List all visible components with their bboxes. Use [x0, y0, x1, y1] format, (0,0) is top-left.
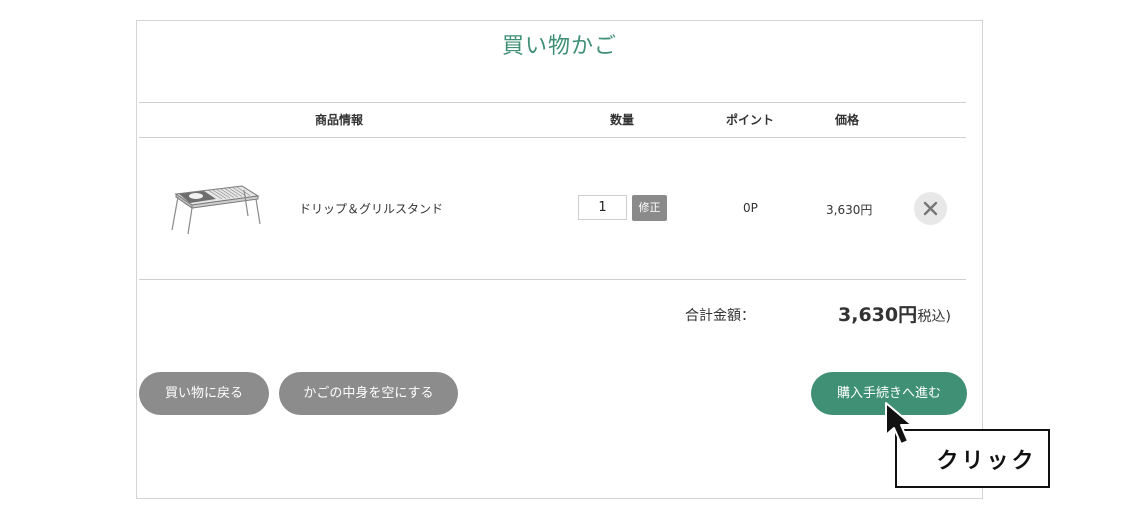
page-title: 買い物かご	[501, 34, 617, 59]
product-thumbnail[interactable]	[166, 180, 262, 236]
empty-cart-button[interactable]: かごの中身を空にする	[279, 372, 458, 415]
product-name[interactable]: ドリップ＆グリルスタンド	[299, 200, 443, 217]
quantity-input[interactable]	[578, 195, 627, 220]
column-header-product: 商品情報	[315, 113, 364, 127]
update-quantity-button[interactable]: 修正	[632, 195, 667, 221]
divider	[139, 279, 966, 280]
column-header-points: ポイント	[726, 113, 775, 127]
mouse-pointer-icon	[885, 402, 913, 445]
total-amount: 3,630円	[838, 304, 918, 326]
item-points: 0P	[743, 201, 758, 215]
total-label: 合計金額：	[685, 308, 755, 324]
remove-item-button[interactable]	[914, 192, 947, 225]
column-header-quantity: 数量	[610, 113, 635, 127]
close-icon	[923, 201, 938, 216]
tax-note: (税込)	[912, 309, 951, 325]
item-price: 3,630円	[826, 203, 873, 217]
divider	[139, 102, 966, 103]
column-header-price: 価格	[835, 113, 860, 127]
divider	[139, 137, 966, 138]
callout-label: クリック	[936, 449, 1037, 474]
continue-shopping-button[interactable]: 買い物に戻る	[139, 372, 269, 415]
cart-panel	[136, 20, 983, 499]
